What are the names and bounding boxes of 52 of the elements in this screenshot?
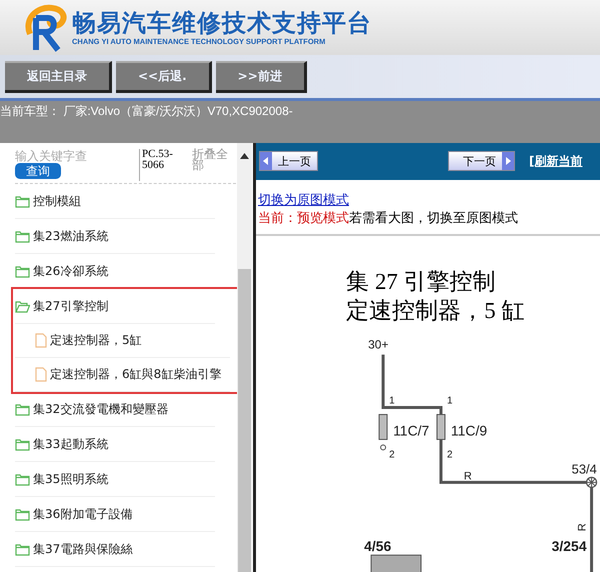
previous-page-button[interactable]: 上一页 xyxy=(259,151,318,172)
diagram-label: 30+ xyxy=(368,338,388,352)
search-field[interactable]: 输入关键字查 xyxy=(15,149,111,163)
tree-item[interactable]: 控制模組 xyxy=(15,184,215,219)
current-mode-label: 当前：预览模式 xyxy=(258,210,349,226)
vehicle-info: 当前车型： 厂家:Volvo（富豪/沃尔沃）V70,XC902008- xyxy=(0,103,294,120)
original-mode-link[interactable]: 切换为原图模式 xyxy=(258,192,349,208)
diagram-label: 11C/9 xyxy=(450,422,488,438)
diagram-label: 4/56 xyxy=(364,538,392,554)
tree-item[interactable]: 集33起動系統 xyxy=(15,427,215,462)
folder-icon xyxy=(15,402,30,416)
folder-icon xyxy=(15,264,30,278)
diagram-label: 2 xyxy=(446,449,452,460)
tree-item[interactable]: 集27引擎控制 xyxy=(15,289,215,324)
folder-icon xyxy=(15,438,30,450)
nav-button[interactable]: >>前进 xyxy=(216,60,307,92)
folder-icon xyxy=(15,508,30,520)
diagram-subtitle: 定速控制器，5 缸 xyxy=(346,298,524,323)
tree-item[interactable]: 定速控制器，5缸 xyxy=(15,324,230,358)
next-page-button[interactable]: 下一页 xyxy=(448,151,515,172)
diagram-label: 2 xyxy=(389,449,395,460)
open-folder-icon xyxy=(15,300,30,312)
folder-icon xyxy=(15,472,30,486)
folder-icon xyxy=(15,194,30,208)
tree-item[interactable]: 集35照明系統 xyxy=(15,462,215,497)
folder-icon xyxy=(15,230,30,242)
site-title: 畅易汽车维修技术支持平台 xyxy=(72,9,372,37)
document-icon xyxy=(35,333,47,348)
tree-item[interactable]: 集36附加電子設備 xyxy=(15,497,215,532)
code-label: PC.53-5066 xyxy=(139,149,186,181)
tree-item[interactable]: 集32交流發電機和變壓器 xyxy=(15,392,215,427)
document-icon xyxy=(35,367,47,382)
diagram-title: 集 27 引擎控制 xyxy=(346,268,496,294)
tree-item[interactable]: 集23燃油系統 xyxy=(15,219,215,254)
scroll-up-icon[interactable] xyxy=(240,153,249,159)
tree-item[interactable]: 集26冷卻系統 xyxy=(15,254,215,289)
refresh-link[interactable]: [刷新当前 xyxy=(529,152,582,170)
diagram-label: 1 xyxy=(389,395,395,406)
folder-icon xyxy=(15,542,30,556)
search-button[interactable]: 查询 xyxy=(15,163,61,179)
mode-hint: 若需看大图，切换至原图模式 xyxy=(349,210,518,226)
tree-item[interactable]: 集37電路與保險絲 xyxy=(15,532,215,567)
diagram-label: R xyxy=(464,470,472,482)
nav-button[interactable]: 返回主目录 xyxy=(5,60,112,92)
nav-button[interactable]: <<后退. xyxy=(116,60,212,92)
diagram-label: 11C/7 xyxy=(393,422,430,438)
diagram-label: R xyxy=(576,523,589,532)
diagram-label: 3/254 xyxy=(552,538,587,554)
tree-item[interactable]: 定速控制器，6缸與8缸柴油引擎 xyxy=(15,358,230,392)
diagram-label: 1 xyxy=(446,395,452,406)
scrollbar-thumb[interactable] xyxy=(238,269,251,572)
diagram-label: 53/4 xyxy=(572,461,597,476)
